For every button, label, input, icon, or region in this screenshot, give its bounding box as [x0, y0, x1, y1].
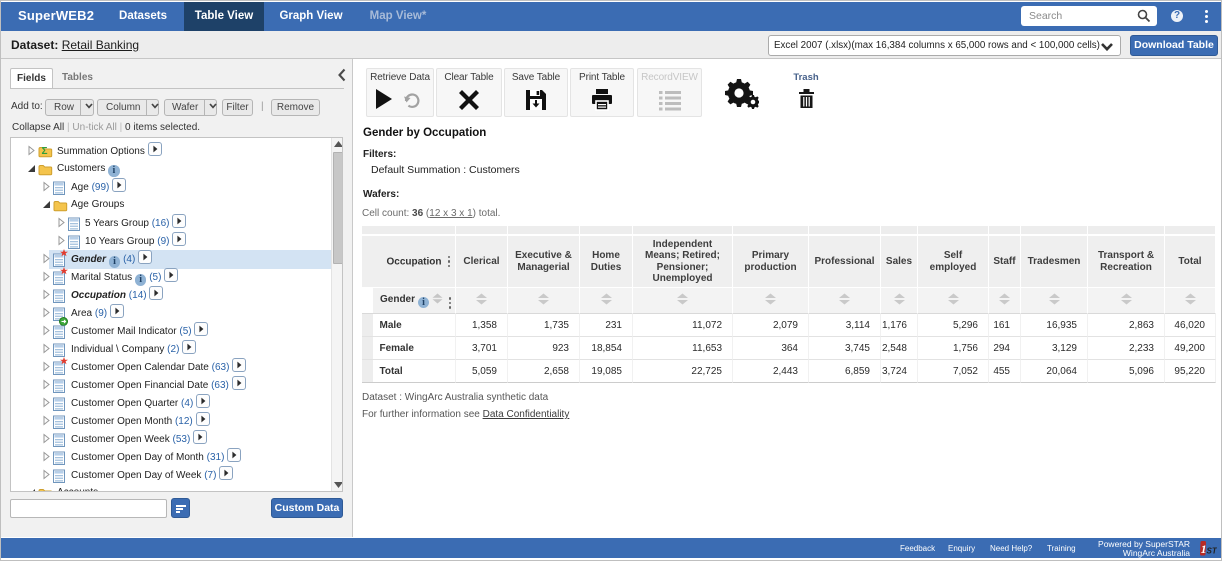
svg-text:ST: ST: [1207, 547, 1218, 556]
